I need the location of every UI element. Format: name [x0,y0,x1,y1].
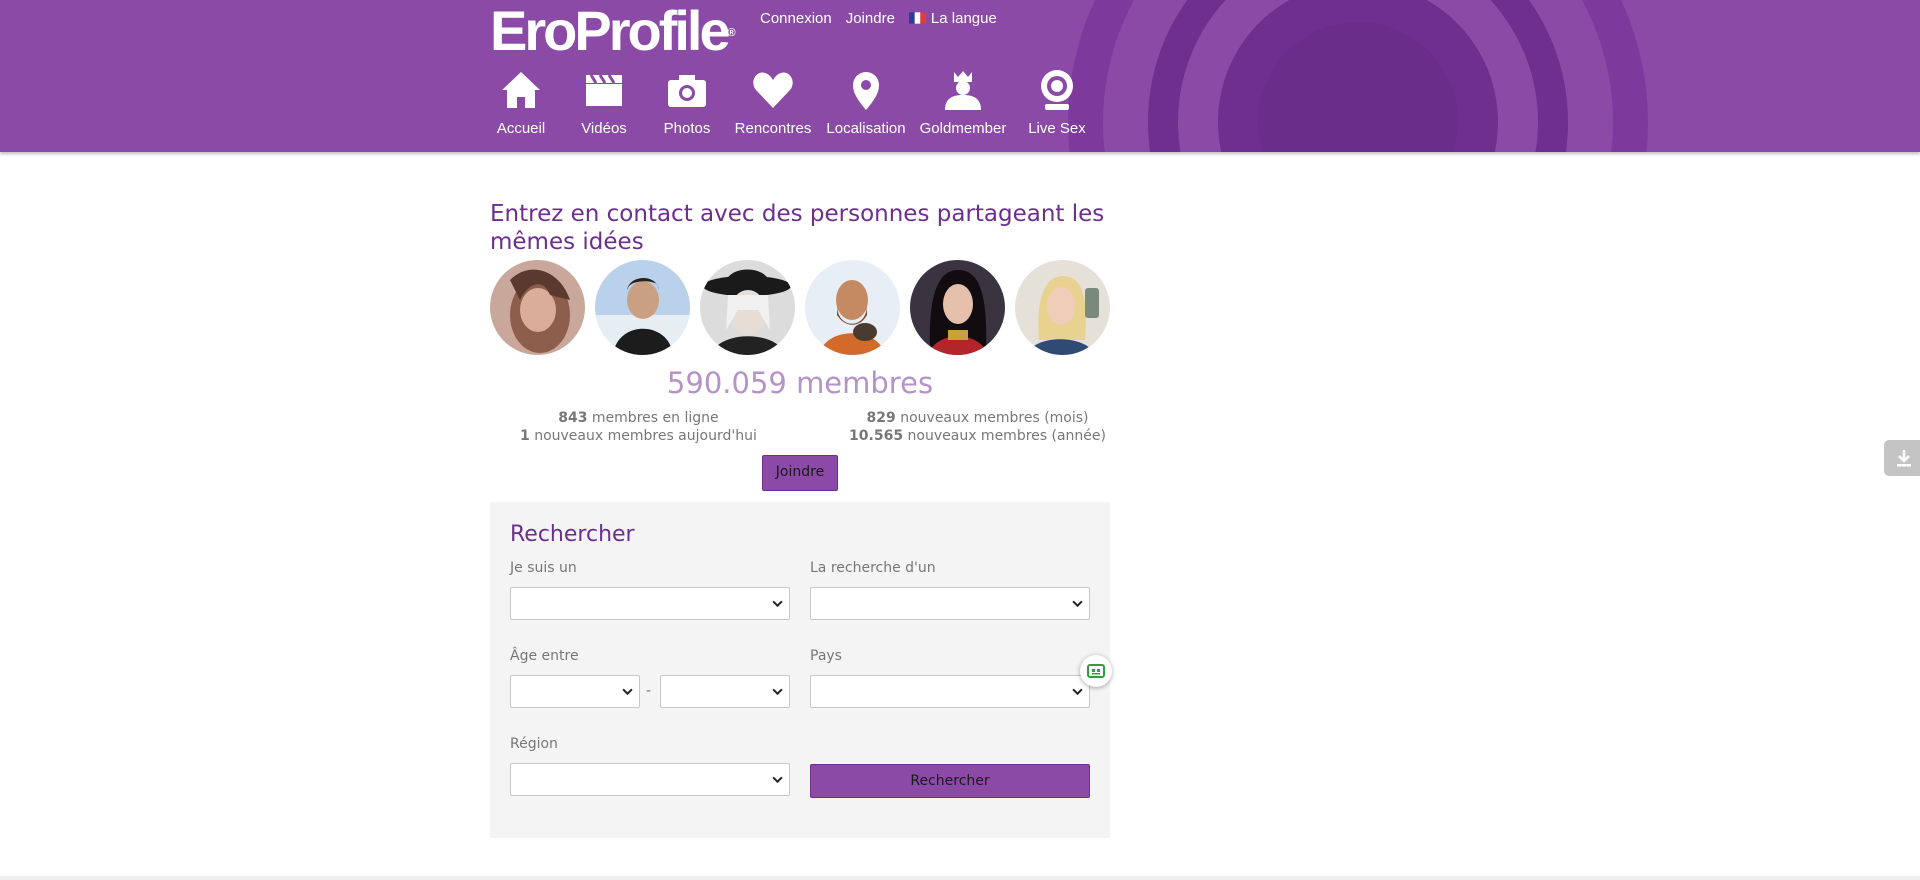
seeking-label: La recherche d'un [810,560,936,576]
search-panel: Rechercher Je suis un La recherche d'un … [490,502,1110,838]
country-label: Pays [810,648,842,664]
top-links: Connexion Joindre La langue [760,10,997,27]
camera-icon [668,75,706,107]
nav-videos[interactable]: Vidéos [557,68,651,137]
avatar[interactable] [805,260,900,355]
nav-goldmember[interactable]: Goldmember [909,68,1017,137]
age-label: Âge entre [510,648,579,664]
year-label: nouveaux membres (année) [907,428,1106,444]
iam-label: Je suis un [510,560,577,576]
year-stat: 10.565 nouveaux membres (année) [849,427,1106,445]
chevron-down-icon [622,688,633,696]
age-max-select[interactable] [660,675,790,708]
search-title: Rechercher [510,522,635,547]
avatar[interactable] [490,260,585,355]
country-select[interactable] [810,675,1090,708]
nav-label: Accueil [496,120,546,137]
iam-select[interactable] [510,587,790,620]
chevron-down-icon [1072,600,1083,608]
home-icon [502,72,540,108]
today-count: 1 [520,428,530,444]
month-stat: 829 nouveaux membres (mois) [849,409,1106,427]
search-submit-button[interactable]: Rechercher [810,764,1090,798]
heart-icon [753,72,793,108]
language-link[interactable]: La langue [908,10,997,27]
nav-live-sex[interactable]: Live Sex [1017,68,1097,137]
chevron-down-icon [772,776,783,784]
logo-text: EroProfile [490,0,731,62]
avatar[interactable] [1015,260,1110,355]
stats-left: 843 membres en ligne 1 nouveaux membres … [520,409,757,445]
nav-label: Live Sex [1028,120,1086,137]
page-title: Entrez en contact avec des personnes par… [490,201,1105,255]
month-count: 829 [866,410,896,426]
avatar[interactable] [910,260,1005,355]
site-logo[interactable]: EroProfile ® [490,0,736,62]
language-label: La langue [930,10,997,27]
nav-localisation[interactable]: Localisation [823,68,909,137]
chevron-down-icon [772,688,783,696]
join-button[interactable]: Joindre [762,455,838,491]
age-min-select[interactable] [510,675,640,708]
member-stats: 843 membres en ligne 1 nouveaux membres … [490,409,1110,445]
online-count: 843 [558,410,588,426]
nav-label: Goldmember [919,120,1007,137]
seeking-select[interactable] [810,587,1090,620]
site-header: EroProfile ® Connexion Joindre La langue… [0,0,1920,152]
nav-label: Photos [663,120,711,137]
region-select[interactable] [510,763,790,796]
online-stat: 843 membres en ligne [520,409,757,427]
avatar[interactable] [595,260,690,355]
today-label: nouveaux membres aujourd'hui [534,428,757,444]
stats-right: 829 nouveaux membres (mois) 10.565 nouve… [849,409,1106,445]
chat-widget-button[interactable] [1080,655,1112,687]
month-label: nouveaux membres (mois) [900,410,1089,426]
clapperboard-icon [586,74,622,106]
registered-mark: ® [727,27,736,39]
chevron-down-icon [772,600,783,608]
year-count: 10.565 [849,428,904,444]
nav-label: Rencontres [734,120,812,137]
nav-label: Vidéos [581,120,627,137]
map-pin-icon [853,72,879,110]
members-total: 590.059 membres [666,366,934,400]
age-separator: - [646,683,652,699]
today-stat: 1 nouveaux membres aujourd'hui [520,427,757,445]
member-avatars [490,260,1110,355]
nav-accueil[interactable]: Accueil [485,68,557,137]
footer-divider [0,876,1920,880]
download-side-button[interactable] [1884,440,1920,476]
robot-chat-icon [1087,664,1105,678]
login-link[interactable]: Connexion [760,10,832,27]
nav-photos[interactable]: Photos [651,68,723,137]
region-label: Région [510,736,558,752]
online-label: membres en ligne [591,410,719,426]
crown-person-icon [945,71,981,110]
nav-rencontres[interactable]: Rencontres [723,68,823,137]
join-link[interactable]: Joindre [846,10,895,27]
main-content: Entrez en contact avec des personnes par… [490,200,1110,491]
webcam-icon [1041,70,1073,110]
fr-flag-icon [908,12,926,24]
avatar[interactable] [700,260,795,355]
chevron-down-icon [1072,688,1083,696]
nav-label: Localisation [826,120,906,137]
download-icon [1897,450,1911,467]
main-nav: Accueil Vidéos Photos Rencontres Localis… [485,68,1097,137]
